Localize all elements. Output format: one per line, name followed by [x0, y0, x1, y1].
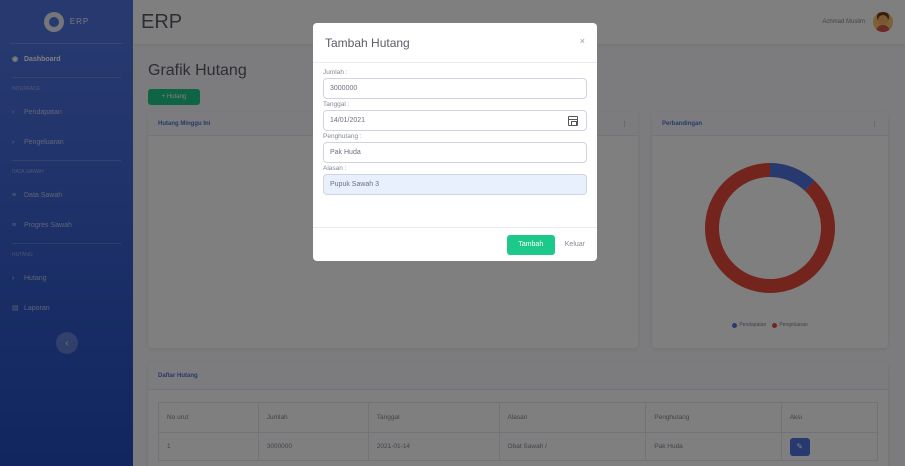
jumlah-label: Jumlah : [323, 69, 348, 76]
modal-header: Tambah Hutang × [313, 23, 597, 63]
alasan-input[interactable]: Pupuk Sawah 3 [323, 174, 587, 195]
calendar-icon[interactable] [568, 116, 578, 126]
close-icon[interactable]: × [580, 36, 585, 46]
penghutang-input[interactable]: Pak Huda [323, 142, 587, 163]
tanggal-value: 14/01/2021 [330, 117, 366, 124]
alasan-label: Alasan : [323, 165, 347, 172]
tambah-button[interactable]: Tambah [506, 234, 555, 255]
jumlah-input[interactable]: 3000000 [323, 78, 587, 99]
alasan-value: Pupuk Sawah 3 [330, 181, 380, 188]
penghutang-value: Pak Huda [330, 149, 361, 156]
jumlah-value: 3000000 [330, 85, 358, 92]
keluar-button[interactable]: Keluar [565, 241, 585, 248]
tambah-hutang-modal: Tambah Hutang × Jumlah : 3000000 Tanggal… [313, 23, 597, 261]
modal-title: Tambah Hutang [325, 35, 410, 50]
tanggal-input[interactable]: 14/01/2021 [323, 110, 587, 131]
tanggal-label: Tanggal : [323, 101, 350, 108]
penghutang-label: Penghutang : [323, 133, 362, 140]
modal-body: Jumlah : 3000000 Tanggal : 14/01/2021 Pe… [313, 63, 597, 195]
modal-footer: Tambah Keluar [313, 227, 597, 261]
